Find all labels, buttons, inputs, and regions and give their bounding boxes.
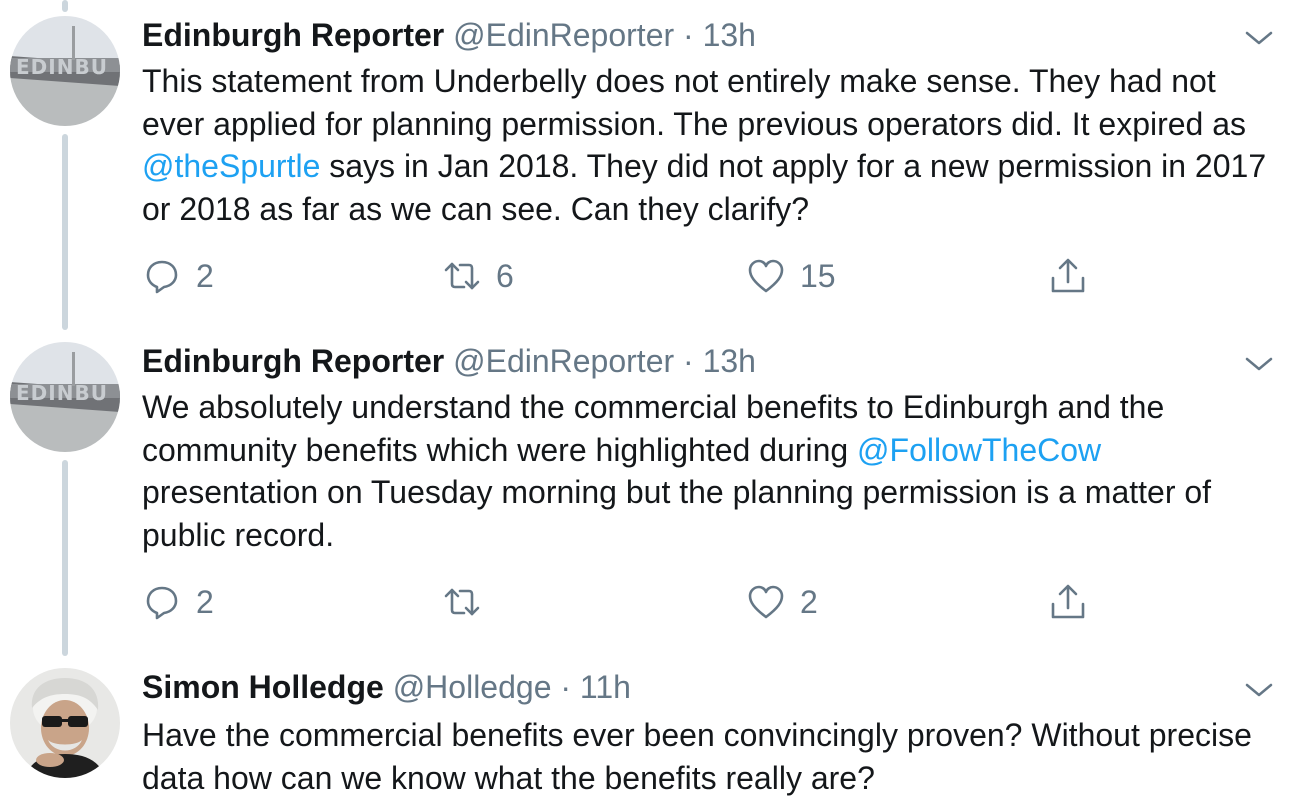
retweet-icon <box>444 588 480 616</box>
avatar[interactable]: EDINBU <box>10 16 120 126</box>
svg-text:EDINBU: EDINBU <box>16 55 108 79</box>
tweet[interactable]: EDINBU Edinburgh Reporter @EdinReporter … <box>0 0 1298 326</box>
svg-text:EDINBU: EDINBU <box>16 381 108 405</box>
separator-dot: · <box>683 17 694 53</box>
display-name[interactable]: Edinburgh Reporter <box>142 17 444 53</box>
user-handle[interactable]: @EdinReporter <box>453 17 674 53</box>
reply-count: 2 <box>196 257 214 294</box>
text-segment: Have the commercial benefits ever been c… <box>142 717 1252 796</box>
share-icon <box>1051 584 1085 619</box>
user-handle[interactable]: @EdinReporter <box>453 343 674 379</box>
tweet-header: Edinburgh Reporter @EdinReporter · 13h <box>142 342 756 380</box>
retweet-count: 6 <box>496 257 514 294</box>
mention-link[interactable]: @theSpurtle <box>142 148 320 184</box>
like-button[interactable]: 2 <box>746 580 818 624</box>
avatar[interactable]: EDINBU <box>10 342 120 452</box>
timestamp[interactable]: 13h <box>703 343 756 379</box>
retweet-icon <box>444 262 480 290</box>
tweet-text: Have the commercial benefits ever been c… <box>142 714 1282 799</box>
like-count: 2 <box>800 583 818 620</box>
share-button[interactable] <box>1048 254 1088 298</box>
tweet-text: We absolutely understand the commercial … <box>142 386 1282 556</box>
display-name[interactable]: Edinburgh Reporter <box>142 343 444 379</box>
separator-dot: · <box>560 669 572 705</box>
user-handle[interactable]: @Holledge <box>393 669 552 705</box>
edinburgh-sign-avatar-image: EDINBU <box>10 16 120 126</box>
mention-link[interactable]: @FollowTheCow <box>857 432 1101 468</box>
like-count: 15 <box>800 257 836 294</box>
user-photo-avatar-image <box>10 668 120 778</box>
heart-icon <box>748 585 784 619</box>
tweet[interactable]: Simon Holledge @Holledge · 11h Have the … <box>0 652 1298 808</box>
display-name[interactable]: Simon Holledge <box>142 669 384 705</box>
tweet-header: Edinburgh Reporter @EdinReporter · 13h <box>142 16 756 54</box>
reply-count: 2 <box>196 583 214 620</box>
edinburgh-sign-avatar-image: EDINBU <box>10 342 120 452</box>
text-segment: This statement from Underbelly does not … <box>142 63 1247 142</box>
timestamp[interactable]: 13h <box>703 17 756 53</box>
reply-button[interactable]: 2 <box>142 580 214 624</box>
share-icon <box>1051 258 1085 293</box>
share-button[interactable] <box>1048 580 1088 624</box>
chevron-down-icon[interactable] <box>1244 680 1274 700</box>
retweet-button[interactable] <box>442 580 496 624</box>
text-segment: presentation on Tuesday morning but the … <box>142 474 1212 553</box>
tweet-header: Simon Holledge @Holledge · 11h <box>142 668 631 706</box>
separator-dot: · <box>683 343 694 379</box>
tweet[interactable]: EDINBU Edinburgh Reporter @EdinReporter … <box>0 326 1298 652</box>
tweet-text: This statement from Underbelly does not … <box>142 60 1282 230</box>
timestamp[interactable]: 11h <box>580 669 631 705</box>
like-button[interactable]: 15 <box>746 254 836 298</box>
heart-icon <box>748 259 784 293</box>
chevron-down-icon[interactable] <box>1244 28 1274 48</box>
chevron-down-icon[interactable] <box>1244 354 1274 374</box>
reply-icon <box>146 586 178 620</box>
reply-icon <box>146 260 178 294</box>
avatar[interactable] <box>10 668 120 778</box>
retweet-button[interactable]: 6 <box>442 254 514 298</box>
reply-button[interactable]: 2 <box>142 254 214 298</box>
